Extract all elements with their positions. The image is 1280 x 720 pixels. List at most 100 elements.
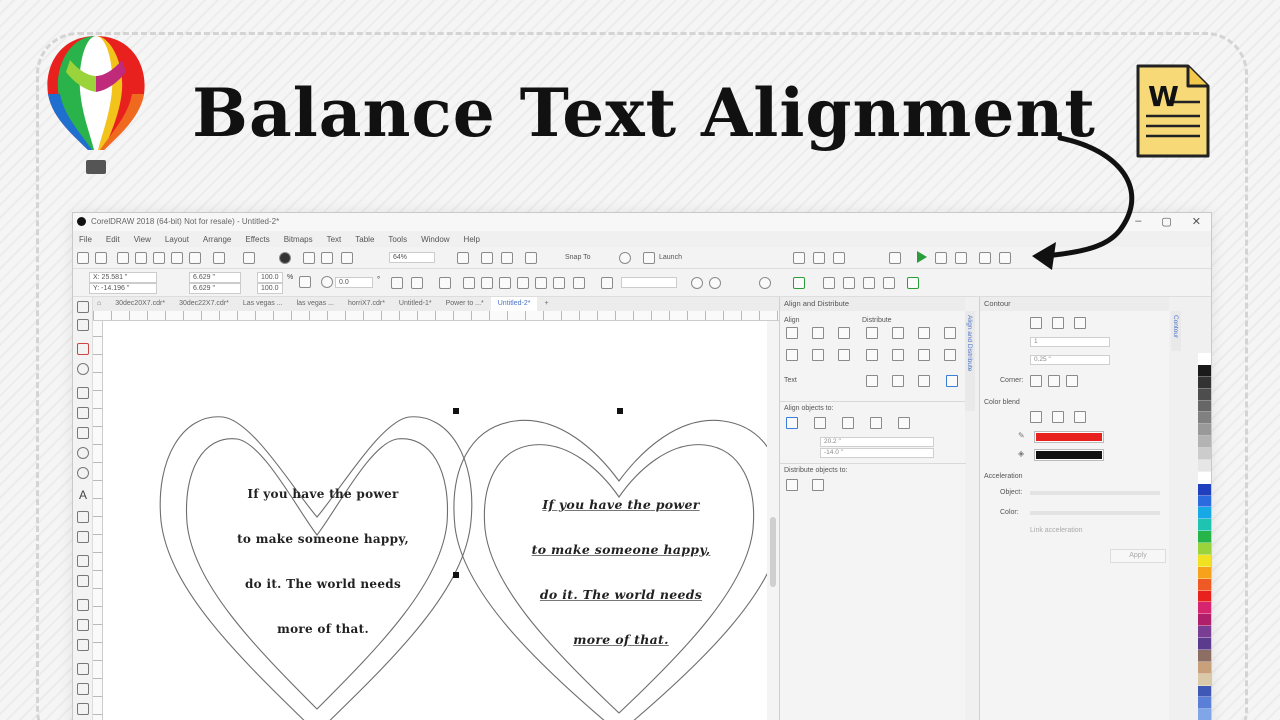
distribute-center-icon[interactable] bbox=[892, 327, 904, 339]
minimize-button[interactable]: – bbox=[1135, 215, 1141, 228]
selection-handle[interactable] bbox=[617, 408, 623, 414]
palette-swatch[interactable] bbox=[1198, 412, 1211, 425]
grid-icon[interactable] bbox=[870, 417, 882, 429]
transparency-tool-icon[interactable] bbox=[77, 575, 89, 587]
clockwise-blend-icon[interactable] bbox=[1052, 411, 1064, 423]
palette-swatch[interactable] bbox=[1198, 602, 1211, 615]
align-point-x-field[interactable]: 20.2 " bbox=[820, 437, 934, 447]
to-center-icon[interactable] bbox=[1030, 317, 1042, 329]
distribute-spacing-v-icon[interactable] bbox=[918, 349, 930, 361]
outline-tool-icon[interactable] bbox=[77, 663, 89, 675]
color-acceleration-slider[interactable] bbox=[1030, 511, 1160, 515]
front-minus-back-icon[interactable] bbox=[535, 277, 547, 289]
convert-curves-icon[interactable] bbox=[709, 277, 721, 289]
mirror-horizontal-icon[interactable] bbox=[391, 277, 403, 289]
drawing-canvas[interactable]: If you have the power to make someone ha… bbox=[103, 321, 767, 720]
distribute-to-selection-icon[interactable] bbox=[786, 479, 798, 491]
document-tab[interactable]: las vegas ... bbox=[290, 297, 341, 311]
menu-layout[interactable]: Layout bbox=[165, 235, 189, 244]
palette-swatch[interactable] bbox=[1198, 364, 1211, 377]
smart-fill-icon[interactable] bbox=[77, 639, 89, 651]
align-top-icon[interactable] bbox=[786, 349, 798, 361]
run-script-icon[interactable] bbox=[907, 277, 919, 289]
menu-file[interactable]: File bbox=[79, 235, 92, 244]
corner-bevel-icon[interactable] bbox=[1066, 375, 1078, 387]
palette-swatch[interactable] bbox=[1198, 459, 1211, 472]
connector-tool-icon[interactable] bbox=[77, 531, 89, 543]
menu-view[interactable]: View bbox=[134, 235, 151, 244]
align-distribute-side-tab[interactable]: Align and Distribute bbox=[965, 311, 975, 411]
contour-side-tab[interactable]: Contour bbox=[1171, 311, 1181, 351]
show-grid-icon[interactable] bbox=[501, 252, 513, 264]
color-eyedropper-icon[interactable] bbox=[77, 683, 89, 695]
search-content-icon[interactable] bbox=[279, 252, 291, 264]
link-acceleration-checkbox[interactable]: Link acceleration bbox=[1030, 527, 1083, 534]
new-macro-icon[interactable] bbox=[979, 252, 991, 264]
contour-steps-field[interactable]: 1 bbox=[1030, 337, 1110, 347]
mirror-vertical-icon[interactable] bbox=[411, 277, 423, 289]
close-button[interactable]: ✕ bbox=[1192, 215, 1201, 228]
palette-swatch[interactable] bbox=[1198, 471, 1211, 484]
distribute-spacing-h-icon[interactable] bbox=[918, 327, 930, 339]
object-height-field[interactable]: 6.629 " bbox=[189, 283, 241, 294]
align-bottom-icon[interactable] bbox=[838, 349, 850, 361]
lock-ratio-icon[interactable] bbox=[299, 276, 311, 288]
corner-round-icon[interactable] bbox=[1048, 375, 1060, 387]
menu-edit[interactable]: Edit bbox=[106, 235, 120, 244]
scale-y-field[interactable]: 100.0 bbox=[257, 283, 283, 294]
combine-icon[interactable] bbox=[439, 277, 451, 289]
freehand-tool-icon[interactable] bbox=[77, 387, 89, 399]
ellipse-tool-icon[interactable] bbox=[77, 447, 89, 459]
left-heart-text[interactable]: If you have the power to make someone ha… bbox=[233, 487, 413, 667]
menu-table[interactable]: Table bbox=[355, 235, 374, 244]
canvas-vertical-scrollbar[interactable] bbox=[767, 321, 779, 720]
eyedropper-tool-icon[interactable] bbox=[77, 599, 89, 611]
palette-swatch[interactable] bbox=[1198, 614, 1211, 627]
document-tab[interactable]: 30dec20X7.cdr* bbox=[108, 297, 172, 311]
palette-swatch[interactable] bbox=[1198, 543, 1211, 555]
artistic-media-icon[interactable] bbox=[77, 407, 89, 419]
align-center-h-icon[interactable] bbox=[812, 327, 824, 339]
redo-icon[interactable] bbox=[243, 252, 255, 264]
palette-swatch[interactable] bbox=[1198, 661, 1211, 674]
zoom-level-field[interactable]: 64% bbox=[389, 252, 435, 263]
distribute-middle-icon[interactable] bbox=[892, 349, 904, 361]
text-first-line-icon[interactable] bbox=[866, 375, 878, 387]
text-outline-icon[interactable] bbox=[946, 375, 958, 387]
text-last-line-icon[interactable] bbox=[892, 375, 904, 387]
text-bounding-box-icon[interactable] bbox=[918, 375, 930, 387]
open-icon[interactable] bbox=[95, 252, 107, 264]
print-icon[interactable] bbox=[135, 252, 147, 264]
docker-toggle-icon[interactable] bbox=[793, 252, 805, 264]
wrap-text-icon[interactable] bbox=[691, 277, 703, 289]
document-tab[interactable]: 30dec22X7.cdr* bbox=[172, 297, 236, 311]
object-acceleration-slider[interactable] bbox=[1030, 491, 1160, 495]
palette-swatch[interactable] bbox=[1198, 649, 1211, 662]
align-center-v-icon[interactable] bbox=[812, 349, 824, 361]
specified-point-icon[interactable] bbox=[898, 417, 910, 429]
outside-contour-icon[interactable] bbox=[1074, 317, 1086, 329]
save-icon[interactable] bbox=[117, 252, 129, 264]
run-macro-play-icon[interactable] bbox=[917, 251, 927, 263]
publish-pdf-icon[interactable] bbox=[341, 252, 353, 264]
new-tab-button[interactable]: + bbox=[537, 297, 555, 311]
pause-macro-icon[interactable] bbox=[955, 252, 967, 264]
corner-miter-icon[interactable] bbox=[1030, 375, 1042, 387]
menu-help[interactable]: Help bbox=[464, 235, 480, 244]
distribute-bottom-icon[interactable] bbox=[944, 349, 956, 361]
x-position-field[interactable]: X: 25.581 " bbox=[89, 272, 157, 283]
linear-blend-icon[interactable] bbox=[1030, 411, 1042, 423]
outline-width-dropdown[interactable] bbox=[621, 277, 677, 288]
menu-window[interactable]: Window bbox=[421, 235, 449, 244]
menu-text[interactable]: Text bbox=[327, 235, 342, 244]
counterclockwise-blend-icon[interactable] bbox=[1074, 411, 1086, 423]
outline-color-swatch[interactable] bbox=[1034, 431, 1104, 443]
document-tab[interactable]: Las vegas ... bbox=[236, 297, 290, 311]
palette-swatch[interactable] bbox=[1198, 436, 1211, 448]
document-tab[interactable]: Untitled-1* bbox=[392, 297, 439, 311]
outline-pen-icon[interactable] bbox=[601, 277, 613, 289]
export-icon[interactable] bbox=[321, 252, 333, 264]
document-tab[interactable]: horriX7.cdr* bbox=[341, 297, 392, 311]
palette-swatch[interactable] bbox=[1198, 697, 1211, 710]
parallel-dimension-icon[interactable] bbox=[77, 511, 89, 523]
